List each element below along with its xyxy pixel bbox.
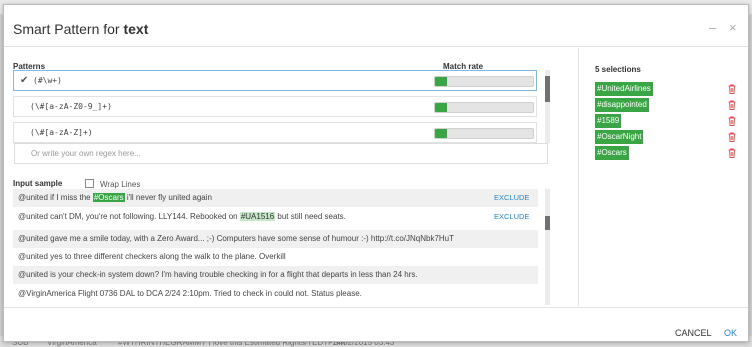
sample-scrollbar[interactable] <box>545 189 550 305</box>
selection-tag: #1589 <box>595 114 622 128</box>
sample-text: @united can't DM, you're not following. … <box>18 212 346 221</box>
pattern-regex: (#\w+) <box>33 76 62 85</box>
sample-row: @united can't DM, you're not following. … <box>13 208 538 226</box>
input-sample-label: Input sample <box>13 179 63 188</box>
sample-text: @united yes to three different checkers … <box>18 252 286 261</box>
sample-text-after: but still need seats. <box>275 212 346 221</box>
trash-icon[interactable] <box>728 100 736 110</box>
trash-icon[interactable] <box>728 148 736 158</box>
sample-row: @united yes to three different checkers … <box>13 248 538 266</box>
selection-tag: #UnitedAirlines <box>595 82 653 96</box>
sample-text-before: @united can't DM, you're not following. … <box>18 212 240 221</box>
cancel-button[interactable]: CANCEL <box>675 328 712 338</box>
sample-text: @VirginAmerica Flight 0736 DAL to DCA 2/… <box>18 289 362 298</box>
patterns-pane: Patterns Match rate ✔ (#\w+) (\#[a-zA-Z0… <box>4 48 577 306</box>
wrap-lines-label: Wrap Lines <box>100 180 141 189</box>
dialog-footer: CANCEL OK <box>4 307 748 343</box>
sample-row: @VirginAmerica Flight 0736 DAL to DCA 2/… <box>13 285 538 303</box>
sample-row: @united gave me a smile today, with a Ze… <box>13 230 538 248</box>
ok-button[interactable]: OK <box>724 328 737 338</box>
selection-tag: #disappointed <box>595 98 649 112</box>
sample-text-before: @united if I miss the <box>18 193 93 202</box>
trash-icon[interactable] <box>728 116 736 126</box>
selections-pane: 5 selections #UnitedAirlines #disappoint… <box>578 48 749 306</box>
sample-row: @united is your check-in system down? I'… <box>13 266 538 284</box>
sample-text: @united gave me a smile today, with a Ze… <box>18 234 455 243</box>
dialog-title-prefix: Smart Pattern for <box>13 21 120 37</box>
sample-match-highlight: #UA1516 <box>239 212 276 221</box>
minimize-icon[interactable]: – <box>709 20 716 35</box>
custom-regex-input[interactable] <box>14 143 548 164</box>
exclude-button[interactable]: EXCLUDE <box>494 212 529 221</box>
pattern-row[interactable]: (\#[a-zA-Z]+) <box>13 122 537 143</box>
patterns-scroll-thumb[interactable] <box>545 76 550 102</box>
close-icon[interactable]: × <box>729 20 737 35</box>
smart-pattern-dialog: Smart Pattern for text – × Patterns Matc… <box>3 4 749 342</box>
pattern-regex: (\#[a-zA-Z]+) <box>30 128 93 137</box>
input-sample-list: @united if I miss the #Oscars i'll never… <box>13 189 544 306</box>
trash-icon[interactable] <box>728 132 736 142</box>
dialog-header: Smart Pattern for text – × <box>4 5 748 47</box>
sample-text: @united is your check-in system down? I'… <box>18 270 418 279</box>
pattern-row[interactable]: (\#[a-zA-Z0-9_]+) <box>13 96 537 117</box>
selections-title: 5 selections <box>595 65 641 74</box>
match-rate-fill <box>435 103 447 112</box>
match-rate-bar <box>434 102 534 113</box>
sample-text-after: i'll never fly united again <box>124 193 212 202</box>
pattern-regex: (\#[a-zA-Z0-9_]+) <box>30 102 112 111</box>
match-rate-fill <box>435 129 447 138</box>
sample-text: @united if I miss the #Oscars i'll never… <box>18 193 212 202</box>
dialog-title: Smart Pattern for text <box>13 21 148 37</box>
patterns-scrollbar[interactable] <box>545 70 550 143</box>
check-icon: ✔ <box>20 75 29 86</box>
selection-tag: #Oscars <box>595 146 629 160</box>
selection-tag: #OscarNight <box>595 130 644 144</box>
match-rate-fill <box>435 77 447 86</box>
exclude-button[interactable]: EXCLUDE <box>494 193 529 202</box>
sample-match-highlight: #Oscars <box>92 193 125 202</box>
dialog-title-field: text <box>123 21 149 37</box>
trash-icon[interactable] <box>728 84 736 94</box>
wrap-lines-checkbox[interactable] <box>85 179 94 188</box>
match-rate-bar <box>434 76 534 87</box>
match-rate-bar <box>434 128 534 139</box>
pattern-row[interactable]: ✔ (#\w+) <box>13 70 537 91</box>
sample-scroll-thumb[interactable] <box>545 216 550 230</box>
sample-row: @united if I miss the #Oscars i'll never… <box>13 189 538 207</box>
